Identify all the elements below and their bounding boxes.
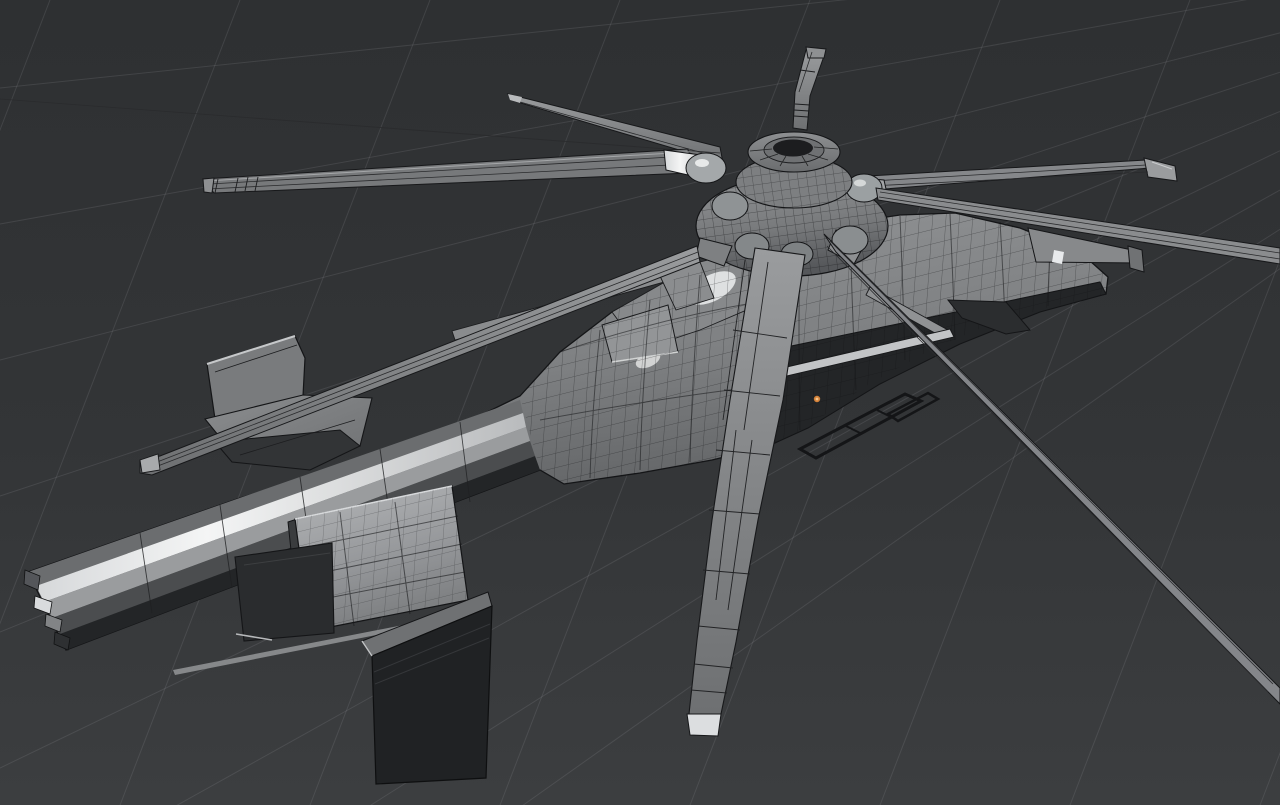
grid-line: [880, 0, 1190, 805]
scene-canvas[interactable]: [0, 0, 1280, 805]
far-wing-plate[interactable]: [235, 543, 334, 641]
blade-tip: [1144, 158, 1177, 181]
rotor-blade-upper-right[interactable]: [868, 158, 1177, 190]
grid-line: [0, 0, 1280, 224]
blade-tip: [203, 178, 214, 193]
object-origin-core: [816, 398, 819, 401]
tail-endplate[interactable]: [1128, 246, 1144, 272]
near-wing[interactable]: [288, 486, 492, 784]
grid-line: [0, 0, 240, 805]
rotor-blade-upper-left[interactable]: [0, 94, 723, 163]
fuselage[interactable]: [24, 213, 1144, 650]
blade-tip: [140, 454, 160, 473]
hub-specular: [854, 180, 866, 187]
grid-line: [0, 0, 1280, 88]
rotor-blade-left[interactable]: [203, 149, 690, 193]
far-stabilizer-wing[interactable]: [205, 336, 372, 470]
hub-center-hole: [773, 140, 813, 157]
grid-line: [0, 0, 50, 805]
tail-marker-highlight: [1052, 250, 1064, 264]
hub-specular: [695, 159, 709, 167]
blade-tip: [806, 47, 826, 58]
grid-line: [1070, 0, 1280, 805]
rotor-blade-up[interactable]: [793, 47, 826, 130]
blade-tip: [687, 714, 721, 736]
3d-viewport[interactable]: [0, 0, 1280, 805]
